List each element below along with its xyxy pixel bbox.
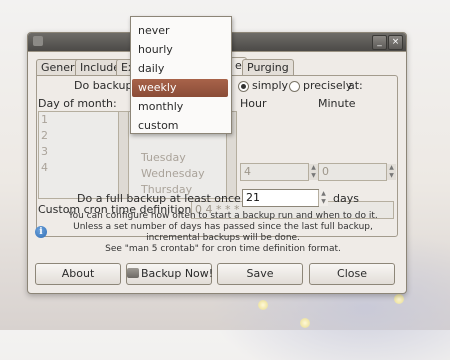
days-spinner-arrows[interactable]: ▲ ▼ <box>318 190 328 206</box>
simply-radio[interactable] <box>238 81 249 92</box>
about-button-label: About <box>61 267 95 280</box>
info-icon: i <box>35 226 47 238</box>
hour-spinner[interactable]: 4 <box>240 163 309 181</box>
help-line-2: Unless a set number of days has passed s… <box>73 222 373 232</box>
backup-icon <box>127 268 139 278</box>
full-backup-days-value: 21 <box>246 191 260 204</box>
minute-value: 0 <box>322 165 329 178</box>
list-item[interactable]: Tuesday <box>129 150 236 166</box>
help-line-3: incremental backups will be done. <box>146 233 300 243</box>
list-item[interactable]: 1 <box>39 112 128 128</box>
dropdown-option-weekly[interactable]: weekly <box>132 79 228 97</box>
schedule-help-text: You can configure how often to start a b… <box>58 211 388 255</box>
minute-spinner-arrows[interactable]: ▲ ▼ <box>386 164 396 180</box>
close-button-label: Close <box>337 267 367 280</box>
dropdown-option-hourly[interactable]: hourly <box>132 41 228 59</box>
wallpaper-flower <box>394 294 404 304</box>
close-button[interactable]: Close <box>309 263 395 285</box>
minimize-icon[interactable]: _ <box>372 35 387 50</box>
save-button-label: Save <box>246 267 274 280</box>
precisely-radio[interactable] <box>289 81 300 92</box>
tab-purging[interactable]: Purging <box>242 59 294 76</box>
hour-spinner-arrows[interactable]: ▲ ▼ <box>308 164 318 180</box>
dropdown-option-monthly[interactable]: monthly <box>132 98 228 116</box>
list-item[interactable]: Wednesday <box>129 166 236 182</box>
list-item[interactable]: 4 <box>39 160 128 176</box>
backup-now-label: Backup Now! <box>141 267 214 280</box>
hour-label: Hour <box>240 97 267 110</box>
window-menu-icon[interactable] <box>33 36 43 46</box>
list-item[interactable]: 2 <box>39 128 128 144</box>
save-button[interactable]: Save <box>217 263 303 285</box>
do-backups-label: Do backups <box>74 79 139 92</box>
help-line-4: See "man 5 crontab" for cron time defini… <box>105 244 341 254</box>
close-window-icon[interactable]: × <box>388 35 403 50</box>
day-of-month-list[interactable]: 1 2 3 4 <box>38 111 129 199</box>
dropdown-option-custom[interactable]: custom <box>132 117 228 135</box>
minute-label: Minute <box>318 97 356 110</box>
wallpaper-flower <box>258 300 268 310</box>
day-of-month-label: Day of month: <box>38 97 117 110</box>
scrollbar[interactable] <box>118 112 128 198</box>
list-item[interactable]: 3 <box>39 144 128 160</box>
list-item[interactable] <box>39 176 128 192</box>
wallpaper-flower <box>300 318 310 328</box>
about-button[interactable]: About <box>35 263 121 285</box>
at-label: at: <box>348 79 363 92</box>
minute-spinner[interactable]: 0 <box>318 163 387 181</box>
precisely-label: precisely <box>303 79 353 92</box>
hour-value: 4 <box>244 165 251 178</box>
simply-label: simply <box>252 79 289 92</box>
help-line-1: You can configure how often to start a b… <box>68 211 378 221</box>
dropdown-option-never[interactable]: never <box>132 22 228 40</box>
frequency-dropdown-menu[interactable]: never hourly daily weekly monthly custom <box>130 16 232 134</box>
backup-now-button[interactable]: Backup Now! <box>126 263 214 285</box>
full-backup-days-input[interactable]: 21 <box>242 189 319 207</box>
dropdown-option-daily[interactable]: daily <box>132 60 228 78</box>
days-label: days <box>333 192 359 205</box>
